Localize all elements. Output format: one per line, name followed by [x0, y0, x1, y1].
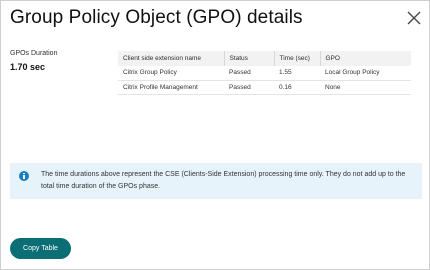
cell-extension: Citrix Group Policy	[118, 66, 224, 81]
cell-gpo: Local Group Policy	[320, 66, 411, 81]
table-row: Citrix Profile Management Passed 0.16 No…	[118, 80, 411, 95]
info-banner: The time durations above represent the C…	[10, 163, 422, 199]
column-header-gpo: GPO	[319, 51, 411, 66]
cell-time: 0.16	[274, 80, 320, 95]
gpo-duration-label: GPOs Duration	[10, 50, 58, 57]
copy-table-button[interactable]: Copy Table	[10, 238, 71, 259]
cell-gpo: None	[320, 80, 411, 95]
table-row: Citrix Group Policy Passed 1.55 Local Gr…	[118, 66, 411, 81]
cse-table: Client side extension name Status Time (…	[118, 51, 411, 95]
gpo-duration-value: 1.70 sec	[10, 62, 46, 72]
column-header-time: Time (sec)	[273, 51, 320, 66]
cell-time: 1.55	[274, 66, 320, 81]
gpo-details-dialog: Group Policy Object (GPO) details GPOs D…	[0, 0, 430, 270]
cell-status: Passed	[224, 80, 274, 95]
info-icon	[19, 171, 29, 181]
column-header-status: Status	[223, 51, 274, 66]
close-icon-glyph	[407, 11, 421, 25]
info-text: The time durations above represent the C…	[41, 171, 406, 190]
cell-extension: Citrix Profile Management	[118, 80, 224, 95]
close-icon[interactable]	[406, 10, 422, 26]
cell-status: Passed	[224, 66, 274, 81]
column-header-extension: Client side extension name	[118, 51, 224, 66]
dialog-title: Group Policy Object (GPO) details	[10, 7, 303, 28]
table-header-row: Client side extension name Status Time (…	[118, 51, 411, 66]
